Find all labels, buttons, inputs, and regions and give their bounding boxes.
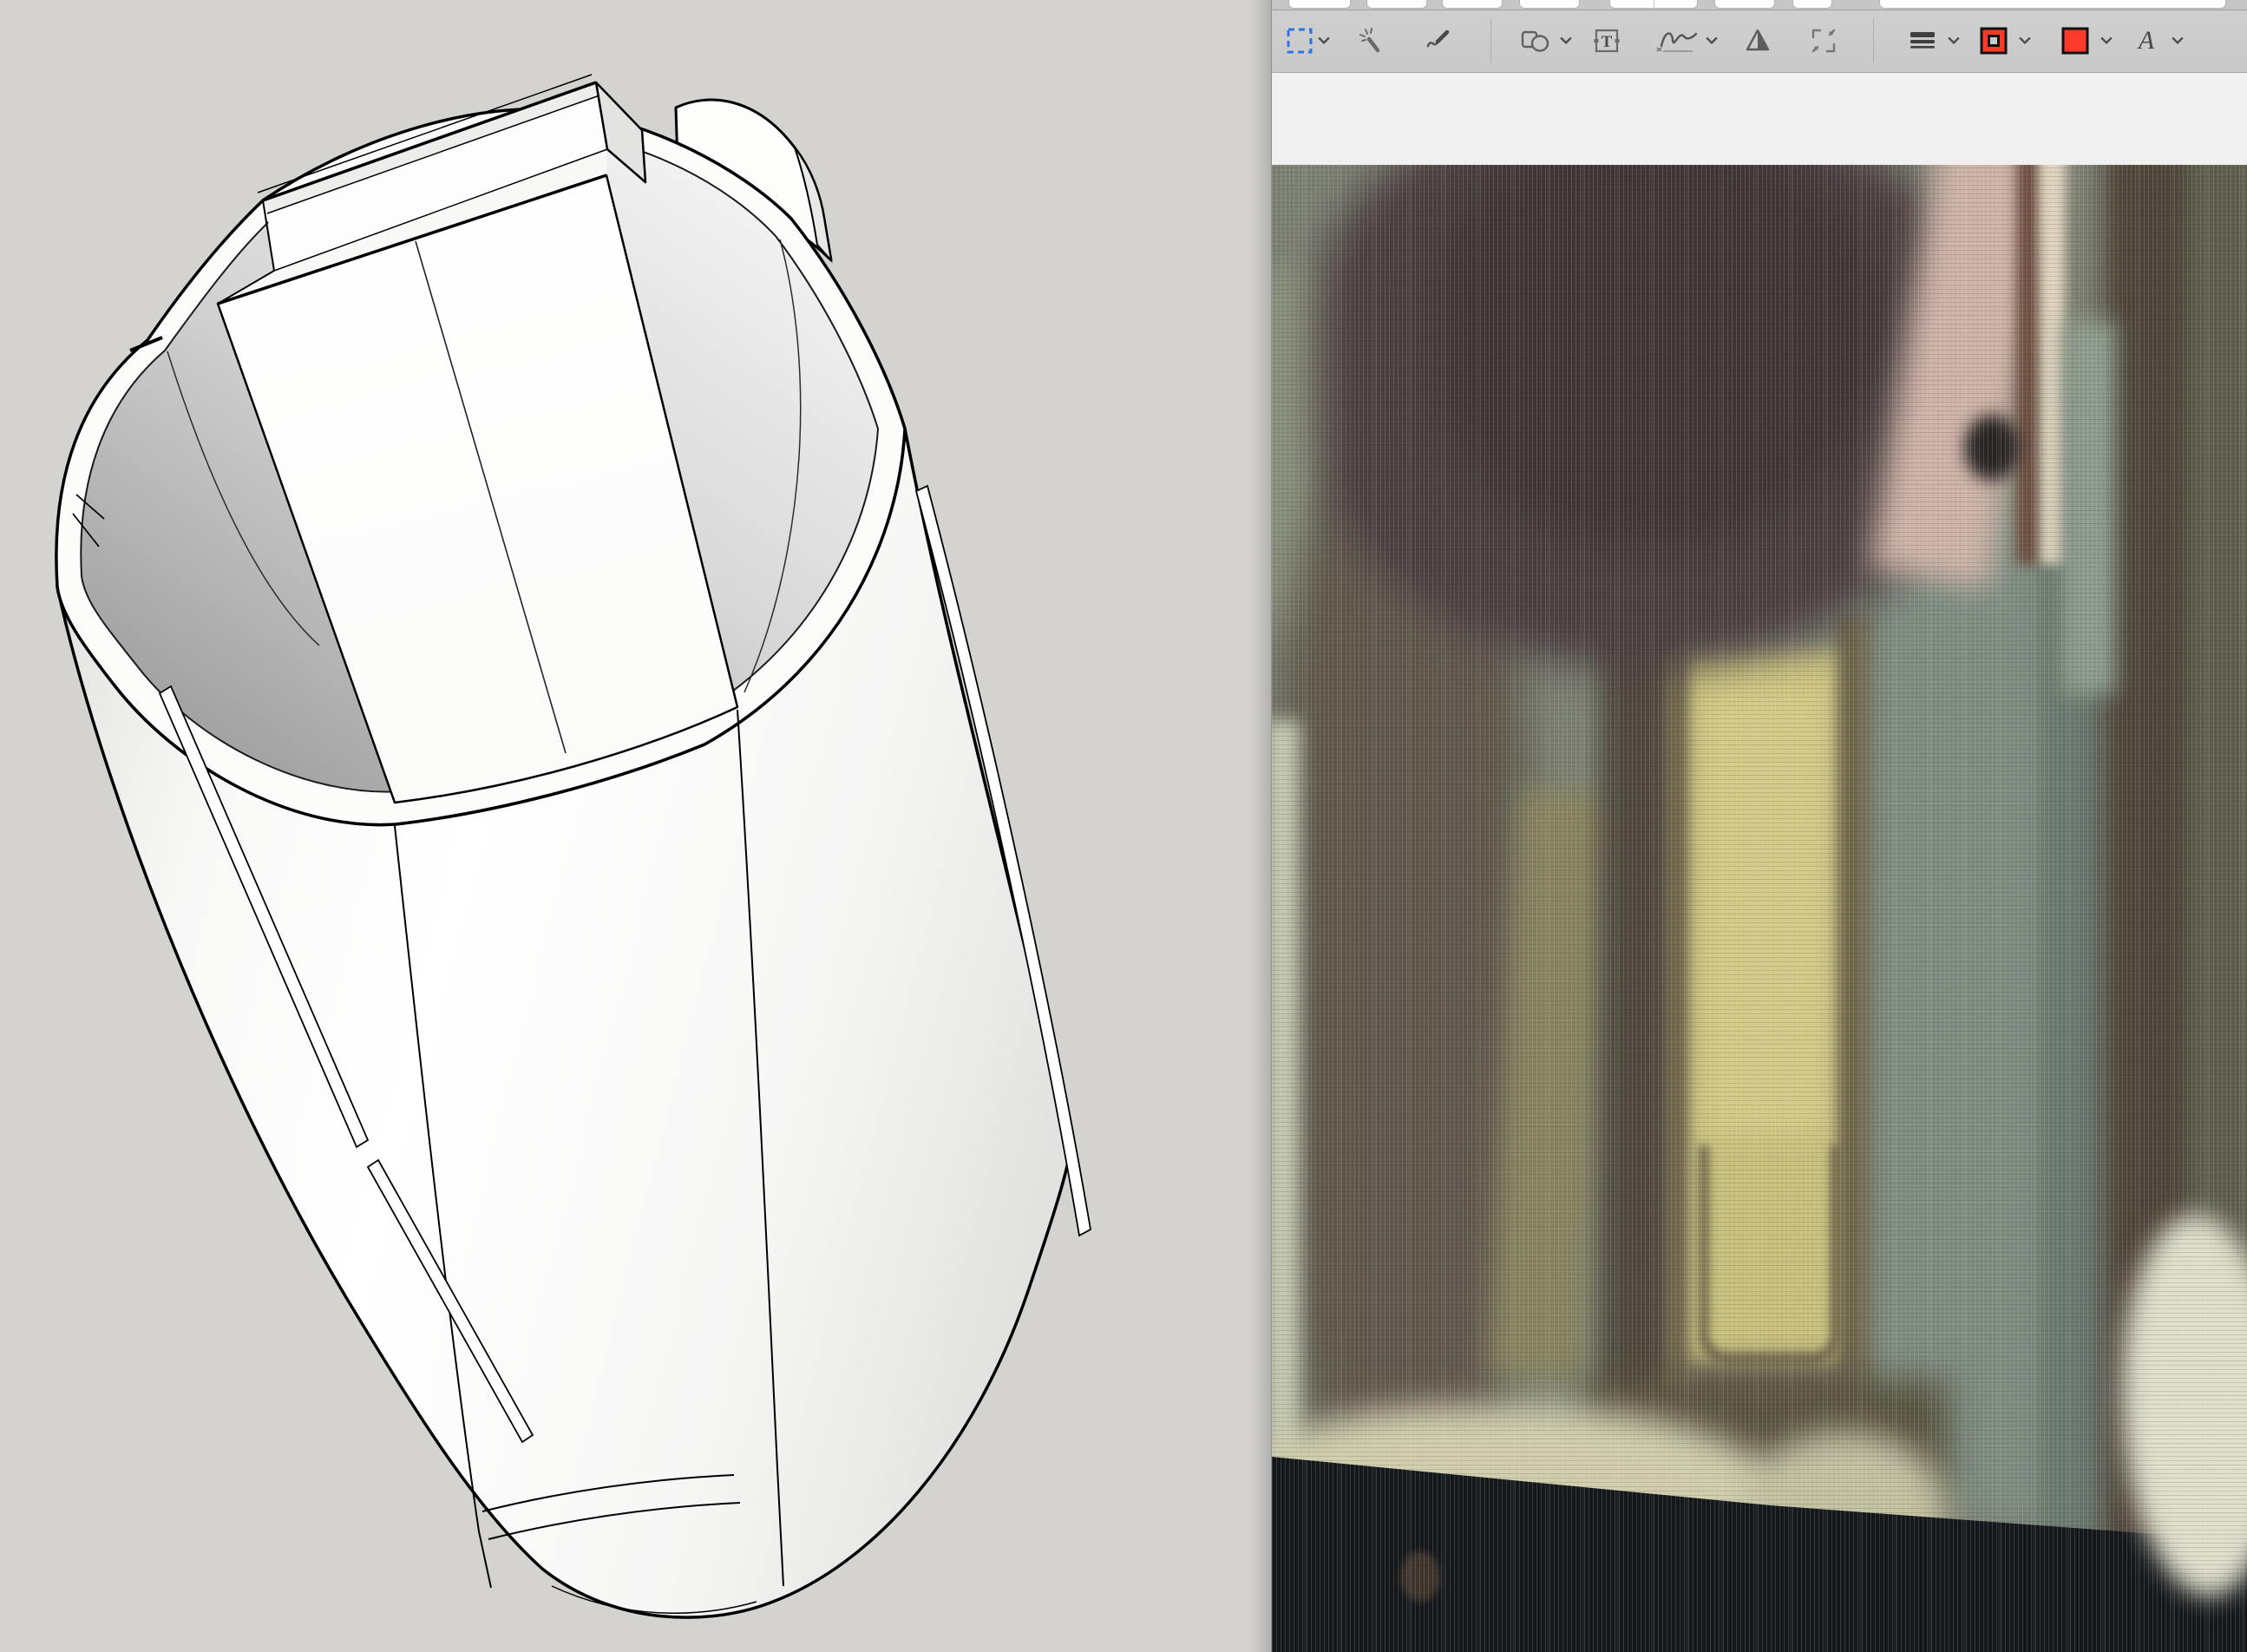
shape-style-icon[interactable] [1905,23,1940,59]
chevron-down-icon[interactable] [2100,36,2113,45]
screenshot-root: T A [0,0,2247,1652]
selection-tool-icon[interactable] [1282,23,1317,59]
photo-slot-glow-core [1704,685,1830,1137]
photo-edge-line [2041,165,2065,564]
photo-region [1272,720,1300,1466]
markup-toolbar: T A [1272,10,2247,73]
photo-hook-hole [1964,415,2020,481]
toolbar-divider [1490,19,1491,62]
text-tool-icon[interactable]: T [1589,23,1624,59]
toolbar-segmented-button[interactable] [1609,0,1698,9]
instant-alpha-icon[interactable] [1355,23,1390,59]
chevron-down-icon[interactable] [1318,36,1330,45]
toolbar-search-field[interactable] [1879,0,2226,9]
photo-region [2063,321,2115,694]
chevron-down-icon[interactable] [1560,36,1572,45]
chevron-down-icon[interactable] [2172,36,2184,45]
cup-model-drawing [55,74,1091,1619]
chevron-down-icon[interactable] [2019,36,2031,45]
chevron-down-icon[interactable] [1948,36,1960,45]
photo-canvas[interactable] [1272,165,2247,1652]
svg-text:A: A [2137,26,2155,55]
sign-tool-icon[interactable] [1654,23,1702,59]
photo-edge-line [2016,165,2041,564]
photo-region [1875,451,2053,1518]
toolbar-button[interactable] [1366,0,1427,9]
main-toolbar-fragment [1272,0,2247,10]
svg-text:T: T [1602,33,1613,51]
photo-slot-bottom-outline [1699,1145,1841,1364]
toolbar-button[interactable] [1714,0,1775,9]
shapes-tool-icon[interactable] [1518,23,1553,59]
text-style-icon[interactable]: A [2129,23,2164,59]
toolbar-divider [1873,19,1874,62]
adjust-size-icon[interactable] [1806,23,1841,59]
toolbar-button[interactable] [1442,0,1503,9]
cad-viewport[interactable] [0,0,1271,1652]
photo-smudge [1400,1551,1440,1602]
toolbar-button[interactable] [1519,0,1580,9]
photo-slot-frame [1667,651,1687,1449]
content-margin [1272,73,2247,165]
toolbar-button[interactable] [1288,0,1351,9]
fill-color-icon[interactable] [2058,23,2093,59]
toolbar-button[interactable] [1792,0,1832,9]
border-color-icon[interactable] [1976,23,2011,59]
preview-window: T A [1271,0,2247,1652]
adjust-color-icon[interactable] [1740,23,1775,59]
photo-slot-frame [1838,616,1874,1466]
sketch-tool-icon[interactable] [1421,23,1456,59]
chevron-down-icon[interactable] [1706,36,1718,45]
